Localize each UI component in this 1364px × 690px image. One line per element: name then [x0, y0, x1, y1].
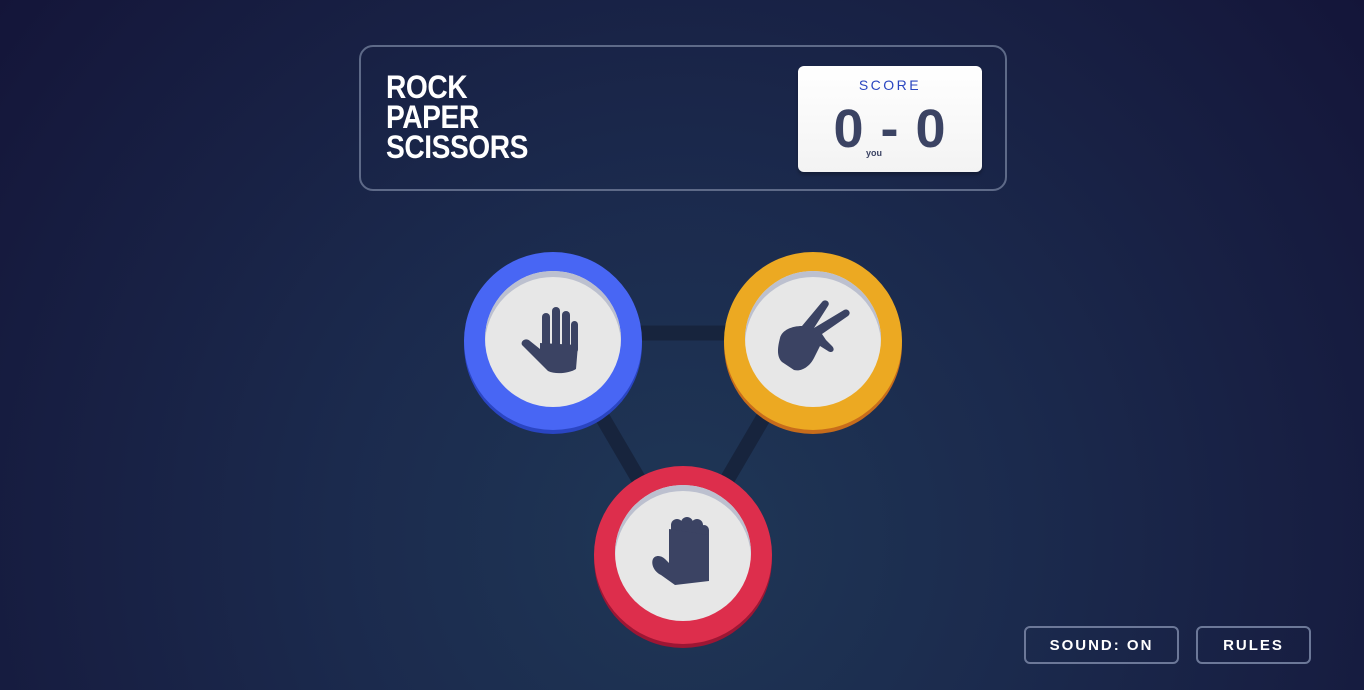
scissors-choice-button[interactable]: [724, 252, 902, 434]
paper-hand-icon: [521, 307, 578, 374]
rules-button[interactable]: RULES: [1196, 626, 1311, 664]
rock-fist-icon: [652, 517, 709, 585]
sound-toggle-button[interactable]: SOUND: ON: [1024, 626, 1179, 664]
paper-choice-button[interactable]: [464, 252, 642, 434]
scissors-hand-icon: [778, 300, 850, 371]
rock-choice-button[interactable]: [594, 466, 772, 648]
